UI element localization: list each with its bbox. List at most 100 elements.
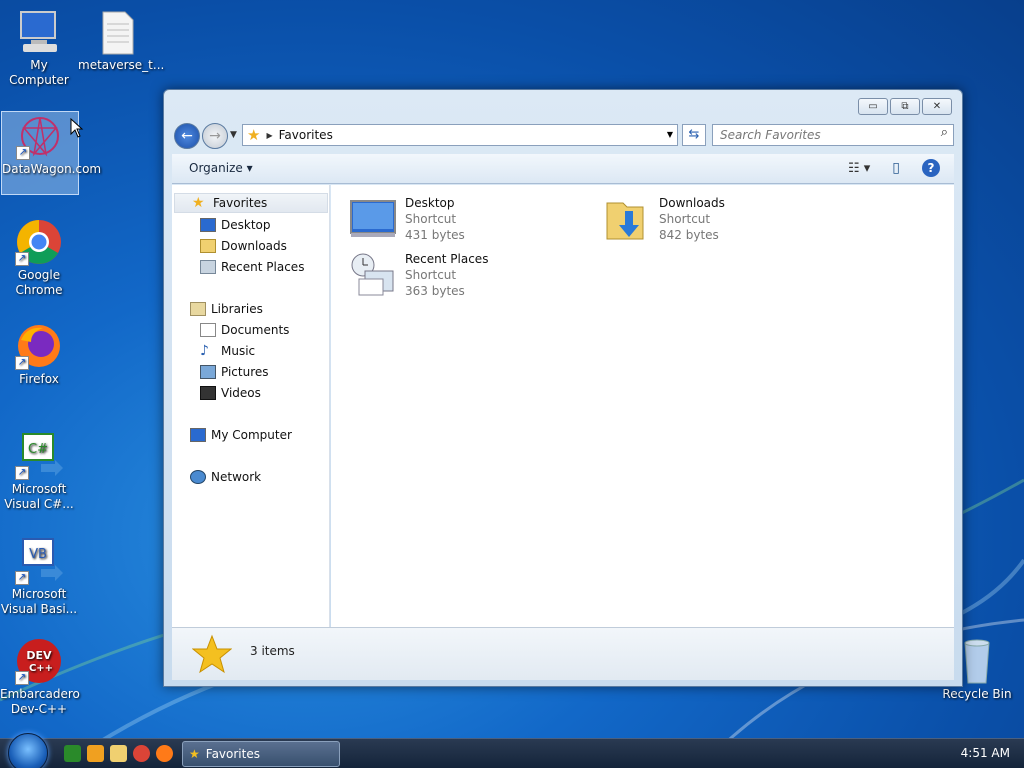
visual-basic-icon: VB ↗ (15, 537, 63, 585)
libraries-icon (190, 302, 206, 316)
shortcut-arrow-icon: ↗ (15, 356, 29, 370)
network-icon (190, 470, 206, 484)
nav-item-label: Music (221, 344, 256, 358)
datawagon-icon: ↗ (16, 112, 64, 160)
nav-item-libraries[interactable]: Libraries (190, 299, 263, 319)
shortcut-arrow-icon: ↗ (15, 252, 29, 266)
devcpp-icon: DEV C++ ↗ (15, 637, 63, 685)
change-view-icon[interactable]: ☷ ▾ (848, 161, 870, 176)
file-item-desktop[interactable]: Desktop Shortcut 431 bytes (349, 195, 465, 243)
desktop-icon-label: My Computer (9, 58, 69, 87)
desktop-icon-visual-csharp[interactable]: C# ↗ Microsoft Visual C#... (0, 432, 78, 512)
nav-item-favorites[interactable]: ★ Favorites (174, 193, 328, 213)
shortcut-arrow-icon: ↗ (16, 146, 30, 160)
nav-item-network[interactable]: Network (190, 467, 261, 487)
file-type: Shortcut (659, 212, 711, 226)
chrome-icon[interactable] (133, 745, 150, 762)
file-name: Downloads (659, 196, 725, 210)
item-count: 3 items (250, 644, 295, 658)
show-desktop-icon[interactable] (64, 745, 81, 762)
address-dropdown-icon[interactable]: ▼ (667, 130, 673, 139)
recent-pages-dropdown-icon[interactable]: ▼ (230, 130, 237, 140)
desktop-icon-firefox[interactable]: ↗ Firefox (0, 322, 78, 387)
desktop-icon-label: Firefox (19, 372, 59, 386)
nav-item-documents[interactable]: Documents (200, 320, 289, 340)
taskbar-button-favorites[interactable]: ★ Favorites (182, 741, 340, 767)
favorites-star-icon: ★ (247, 126, 261, 144)
search-icon[interactable]: ⌕ (941, 125, 948, 140)
file-type: Shortcut (405, 268, 457, 282)
media-player-icon[interactable] (87, 745, 104, 762)
breadcrumb-favorites[interactable]: Favorites (279, 128, 333, 142)
close-button[interactable]: ✕ (922, 98, 952, 115)
pictures-icon (200, 365, 216, 379)
documents-icon (200, 323, 216, 337)
file-name: Recent Places (405, 252, 489, 266)
preview-pane-icon[interactable]: ▯ (892, 160, 900, 176)
nav-item-my-computer[interactable]: My Computer (190, 425, 292, 445)
nav-item-videos[interactable]: Videos (200, 383, 261, 403)
favorites-star-icon: ★ (189, 747, 200, 761)
desktop-icon-label: Microsoft Visual C#... (4, 482, 74, 511)
minimize-button[interactable]: ▭ (858, 98, 888, 115)
desktop-icon-visual-basic[interactable]: VB ↗ Microsoft Visual Basi... (0, 537, 78, 617)
refresh-button[interactable]: ⇆ (682, 124, 706, 146)
recent-places-icon (349, 251, 397, 299)
clock[interactable]: 4:51 AM (961, 746, 1010, 760)
address-bar[interactable]: ★ ▶ Favorites ▼ (242, 124, 678, 146)
nav-item-desktop[interactable]: Desktop (200, 215, 271, 235)
desktop-icon-label: Microsoft Visual Basi... (0, 587, 78, 616)
nav-item-music[interactable]: ♪ Music (200, 341, 255, 361)
desktop-icon-devcpp[interactable]: DEV C++ ↗ Embarcadero Dev-C++ (0, 637, 80, 717)
nav-item-pictures[interactable]: Pictures (200, 362, 269, 382)
shortcut-arrow-icon: ↗ (15, 466, 29, 480)
breadcrumb-arrow-icon[interactable]: ▶ (266, 131, 272, 140)
nav-item-label: My Computer (211, 428, 292, 442)
file-item-recent-places[interactable]: Recent Places Shortcut 363 bytes (349, 251, 488, 299)
explorer-icon[interactable] (110, 745, 127, 762)
nav-item-label: Favorites (213, 196, 268, 210)
nav-item-recent-places[interactable]: Recent Places (200, 257, 304, 277)
visual-csharp-icon: C# ↗ (15, 432, 63, 480)
file-type: Shortcut (405, 212, 457, 226)
videos-icon (200, 386, 216, 400)
forward-button[interactable]: → (202, 123, 228, 149)
recent-places-icon (200, 260, 216, 274)
computer-icon (190, 428, 206, 442)
nav-item-label: Network (211, 470, 262, 484)
desktop-icon-chrome[interactable]: ↗ Google Chrome (0, 218, 78, 298)
firefox-icon: ↗ (15, 322, 63, 370)
file-size: 431 bytes (405, 228, 465, 242)
nav-item-label: Pictures (221, 365, 269, 379)
desktop-icon-label: DataWagon.com (2, 162, 102, 176)
back-button[interactable]: ← (174, 123, 200, 149)
desktop-icon-metaverse[interactable]: metaverse_t... (78, 8, 164, 73)
search-input[interactable]: Search Favorites (712, 124, 954, 146)
window-controls: ▭ ⧉ ✕ (858, 98, 952, 115)
svg-text:DEV: DEV (26, 649, 52, 662)
nav-item-downloads[interactable]: Downloads (200, 236, 287, 256)
start-button[interactable] (8, 733, 48, 768)
chrome-icon: ↗ (15, 218, 63, 266)
restore-button[interactable]: ⧉ (890, 98, 920, 115)
help-icon[interactable]: ? (922, 159, 940, 177)
firefox-icon[interactable] (156, 745, 173, 762)
nav-item-label: Downloads (221, 239, 287, 253)
navigation-pane: ★ Favorites Desktop Downloads Recent Pla… (172, 185, 330, 627)
desktop-icon-datawagon[interactable]: ↗ DataWagon.com (1, 111, 102, 195)
command-bar: Organize ▾ ☷ ▾ ▯ ? (172, 154, 954, 184)
file-size: 363 bytes (405, 284, 465, 298)
downloads-folder-icon (603, 195, 651, 243)
file-item-downloads[interactable]: Downloads Shortcut 842 bytes (603, 195, 725, 243)
nav-item-label: Recent Places (221, 260, 305, 274)
file-name: Desktop (405, 196, 455, 210)
desktop-icon-label: Recycle Bin (942, 687, 1012, 701)
desktop-icon-my-computer[interactable]: My Computer (0, 8, 78, 88)
organize-button[interactable]: Organize ▾ (189, 161, 253, 175)
navigation-bar: ← → ▼ ★ ▶ Favorites ▼ ⇆ Search Favorites… (172, 123, 954, 149)
desktop-icon-label: Embarcadero Dev-C++ (0, 687, 80, 716)
text-file-icon (93, 8, 141, 56)
taskbar: ★ Favorites 4:51 AM (0, 733, 1024, 768)
explorer-window[interactable]: ▭ ⧉ ✕ ← → ▼ ★ ▶ Favorites ▼ ⇆ Search Fav… (163, 89, 963, 687)
favorites-star-icon: ★ (192, 195, 205, 211)
